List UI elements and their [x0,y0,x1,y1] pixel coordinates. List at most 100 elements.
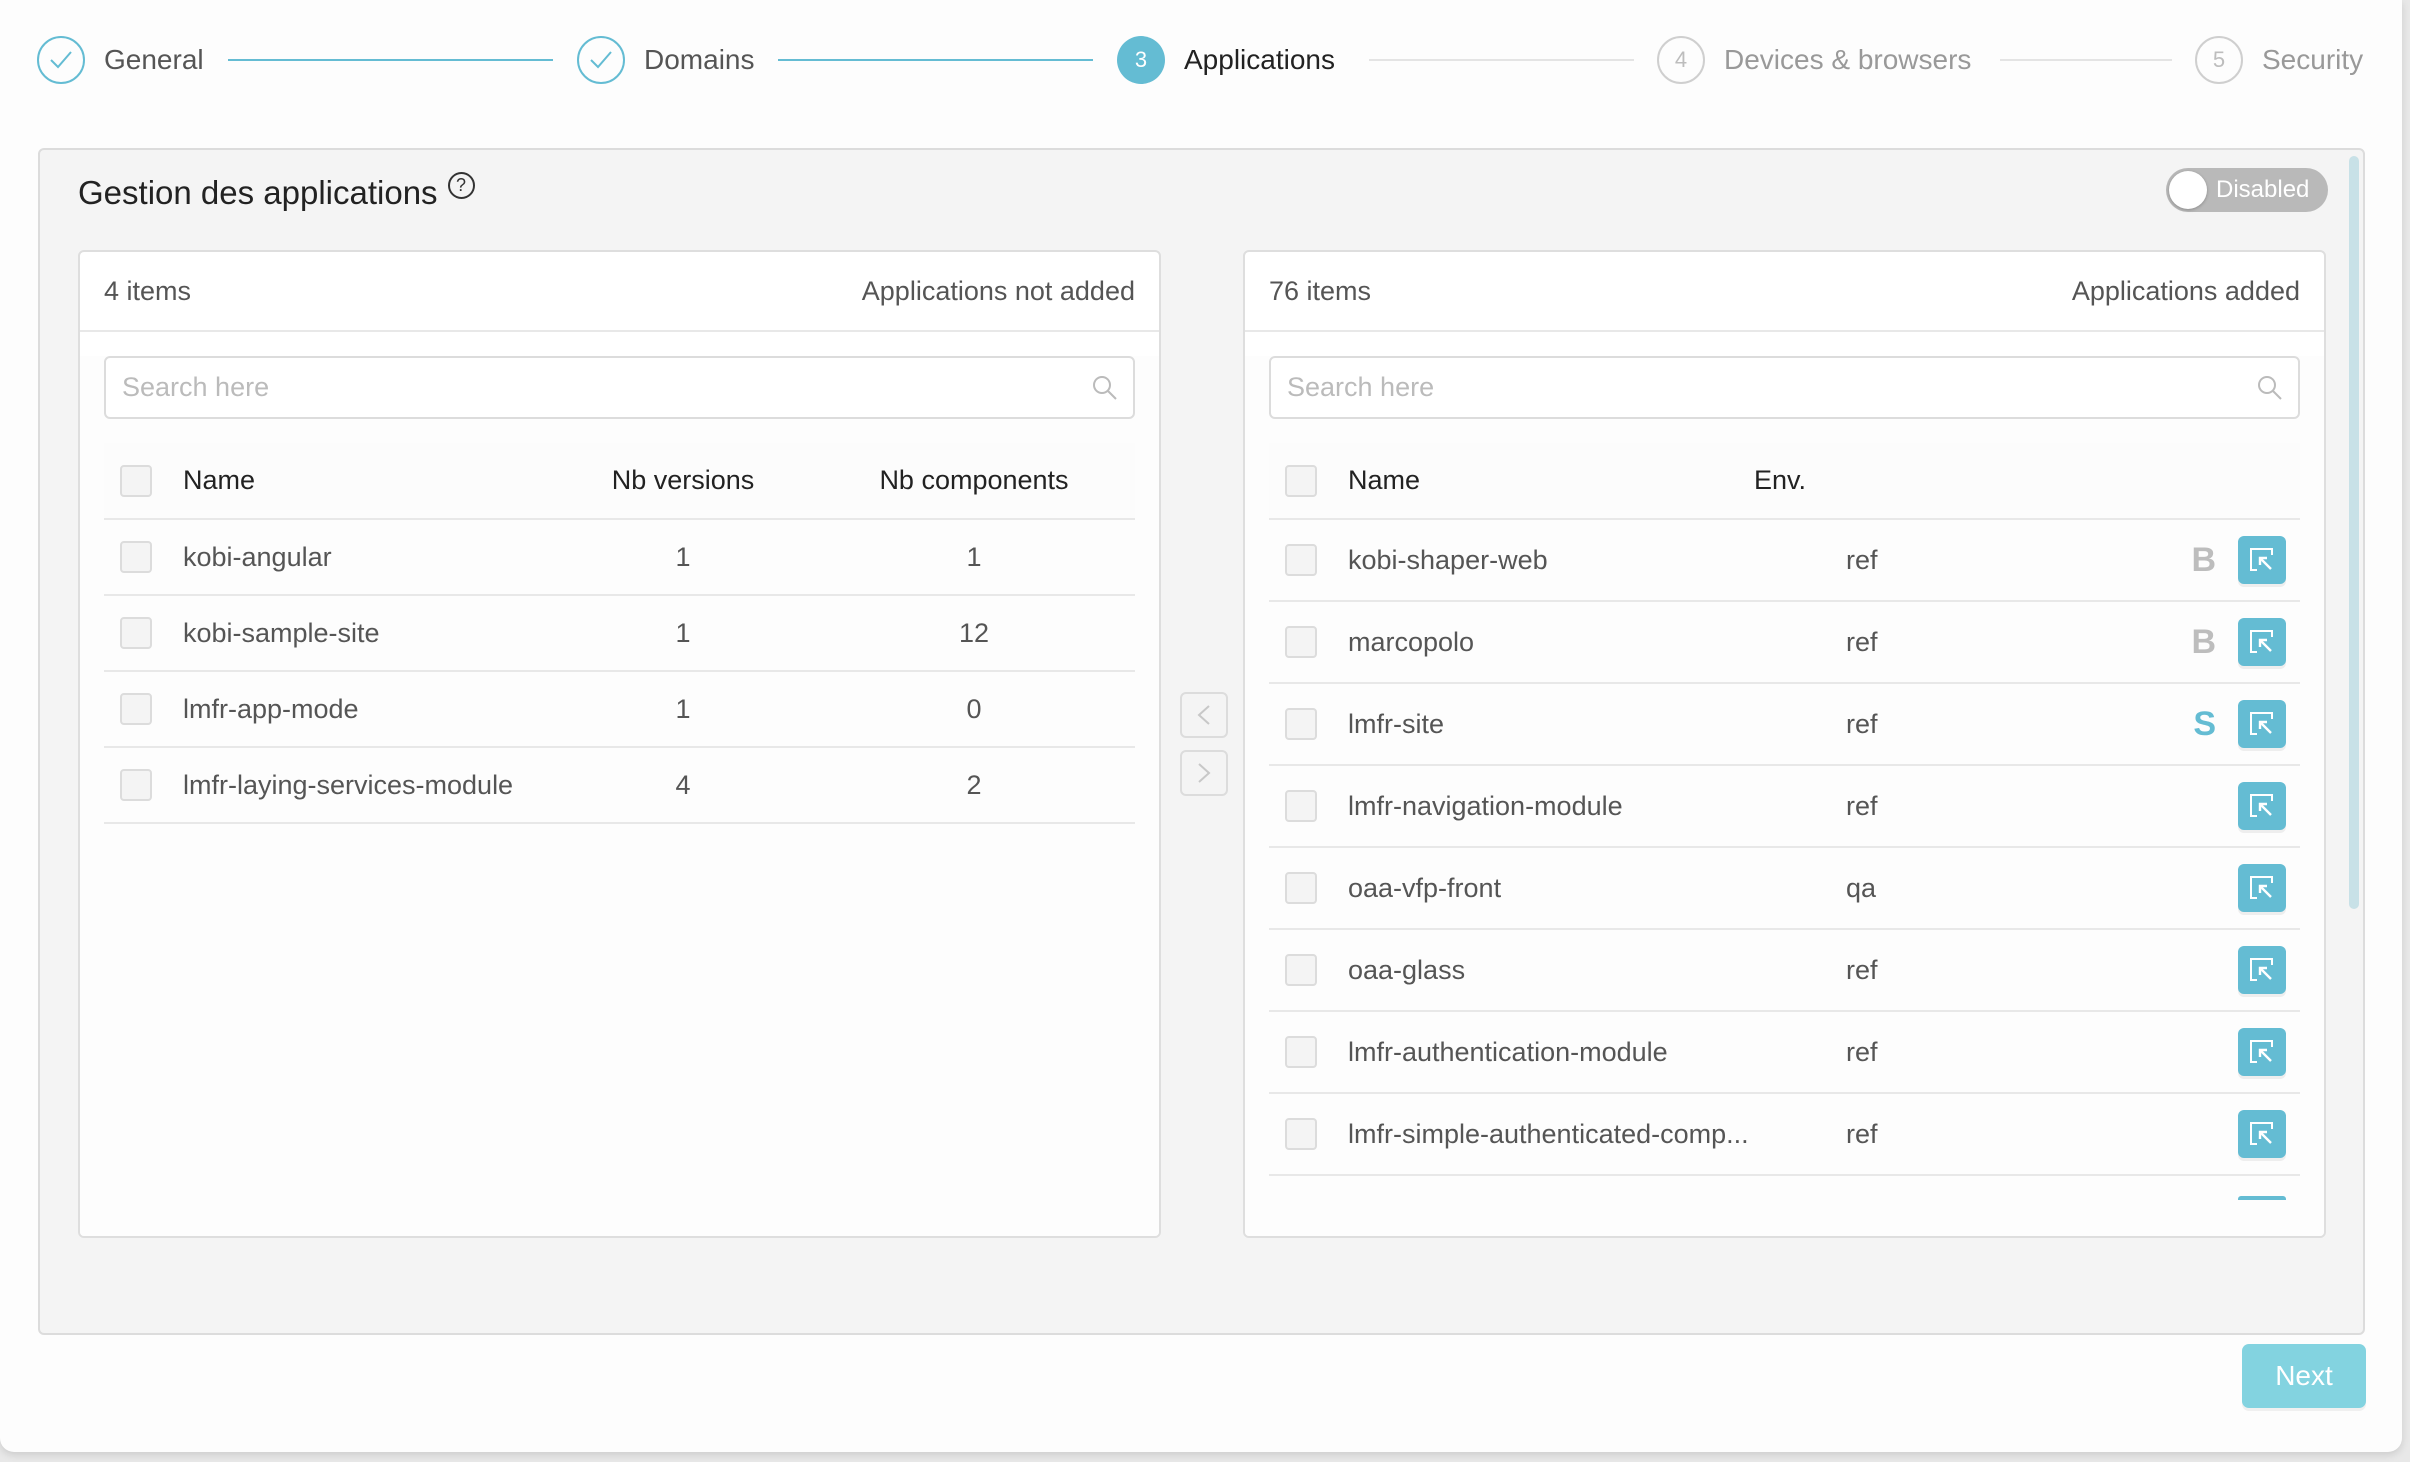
move-right-button[interactable] [1180,750,1228,796]
step-domains[interactable]: Domains [577,36,754,84]
select-app-button[interactable] [2238,1110,2286,1158]
nb-components: 12 [813,595,1135,672]
row-checkbox[interactable] [1285,872,1317,904]
list-header: 4 items Applications not added [80,252,1159,332]
search-input[interactable] [106,358,1133,417]
table-row[interactable]: kobi-shaper-web ref B [1269,519,2300,602]
list-header: 76 items Applications added [1245,252,2324,332]
table-row[interactable]: marcopolo ref B [1269,601,2300,684]
select-app-button[interactable] [2238,700,2286,748]
row-checkbox[interactable] [120,693,152,725]
step-devices-browsers[interactable]: 4 Devices & browsers [1657,36,1971,84]
select-app-button[interactable] [2238,1196,2286,1200]
step-label: Devices & browsers [1724,44,1972,75]
open-select-icon [2250,794,2273,817]
search-icon[interactable] [1091,374,1119,402]
applications-table: Name Env. kobi-shaper-web ref B marcopolo re… [1269,443,2300,1207]
row-checkbox[interactable] [120,541,152,573]
step-applications[interactable]: 3 Applications [1117,36,1335,84]
select-app-button[interactable] [2238,946,2286,994]
app-name: lmfr-app-mode [183,671,553,748]
table-row[interactable]: lmfr-site ref S [1269,683,2300,766]
select-all-checkbox[interactable] [120,464,152,497]
search-field [1269,356,2300,419]
app-env: ref [1754,683,1954,766]
column-header-env[interactable]: Env. [1754,443,1954,520]
app-name: kobi-angular [183,519,553,596]
list-body: Name Env. kobi-shaper-web ref B marcopolo re… [1245,356,2324,1236]
toggle-label: Disabled [2216,176,2310,203]
table-row[interactable]: oaa-vfp-front qa [1269,847,2300,930]
table-row[interactable]: kobi-sample-site 1 12 [104,595,1135,672]
row-checkbox[interactable] [1285,544,1317,576]
table-header-row: Name Env. [1269,443,2300,520]
app-name: lmfr-simple-authenticated-comp... [1348,1119,1749,1150]
check-icon [577,36,625,84]
open-select-icon [2250,1040,2273,1063]
table-row[interactable]: kobi-angular 1 1 [104,519,1135,596]
row-checkbox[interactable] [1285,1036,1317,1068]
nb-versions: 1 [553,671,813,748]
search-icon[interactable] [2256,374,2284,402]
move-left-button[interactable] [1180,692,1228,738]
table-row[interactable]: lmfr-navigation-module ref [1269,765,2300,848]
row-checkbox[interactable] [1285,790,1317,822]
search-field [104,356,1135,419]
step-security[interactable]: 5 Security [2195,36,2363,84]
step-label: Applications [1184,44,1335,75]
check-icon [37,36,85,84]
list-body: Name Nb versions Nb components kobi-angu… [80,356,1159,1236]
nb-versions: 1 [553,595,813,672]
select-app-button[interactable] [2238,536,2286,584]
panel-title: Gestion des applications ? [78,172,475,212]
open-select-icon [2250,712,2273,735]
applications-management-panel: Gestion des applications ? Disabled 4 it… [38,148,2365,1335]
column-header-name[interactable]: Name [1348,443,1754,520]
app-env: ref [1754,601,1954,684]
row-checkbox[interactable] [120,617,152,649]
select-app-button[interactable] [2238,864,2286,912]
enable-toggle[interactable]: Disabled [2166,168,2328,212]
app-name: lmfr-laying-services-module [183,747,553,824]
table-row[interactable]: lmfr-authentication-module ref [1269,1011,2300,1094]
table-row[interactable]: lmfr-app-mode 1 0 [104,671,1135,748]
step-label: Domains [644,44,755,75]
row-checkbox[interactable] [1285,1118,1317,1150]
column-header-name[interactable]: Name [183,443,553,520]
select-app-button[interactable] [2238,618,2286,666]
scrollbar-thumb[interactable] [2349,156,2359,909]
column-header-components[interactable]: Nb components [813,443,1135,520]
step-general[interactable]: General [37,36,204,84]
table-row[interactable]: oaa-glass ref [1269,929,2300,1012]
app-env: qa [1754,847,1954,930]
table-header-row: Name Nb versions Nb components [104,443,1135,520]
row-checkbox[interactable] [1285,626,1317,658]
open-select-icon [2250,876,2273,899]
app-name: oaa-vfp-front [1348,873,1502,904]
search-input[interactable] [1271,358,2298,417]
select-app-button[interactable] [2238,782,2286,830]
row-checkbox[interactable] [1285,954,1317,986]
select-all-checkbox[interactable] [1285,464,1317,497]
applications-added-list: 76 items Applications added Name Env. [1243,250,2326,1238]
app-name: lmfr-navigation-module [1348,791,1623,822]
step-connector [228,59,553,61]
select-app-button[interactable] [2238,1028,2286,1076]
row-checkbox[interactable] [1285,708,1317,740]
column-header-versions[interactable]: Nb versions [553,443,813,520]
panel-title-text: Gestion des applications [78,174,438,211]
list-title: Applications added [2071,275,2300,306]
nb-components: 0 [813,671,1135,748]
row-checkbox[interactable] [120,769,152,801]
question-circle-icon[interactable]: ? [447,172,475,199]
step-number: 5 [2195,36,2243,84]
table-row[interactable]: lmfr-laying-services-module 4 2 [104,747,1135,824]
step-number: 3 [1117,36,1165,84]
toggle-knob [2169,171,2207,209]
next-button[interactable]: Next [2242,1344,2366,1408]
badge-s-icon: S [2193,704,2216,743]
table-row[interactable]: lmfr-simple-authenticated-comp... ref [1269,1093,2300,1176]
item-count: 4 items [104,275,192,306]
nb-components: 2 [813,747,1135,824]
app-name: marcopolo [1348,627,1475,658]
